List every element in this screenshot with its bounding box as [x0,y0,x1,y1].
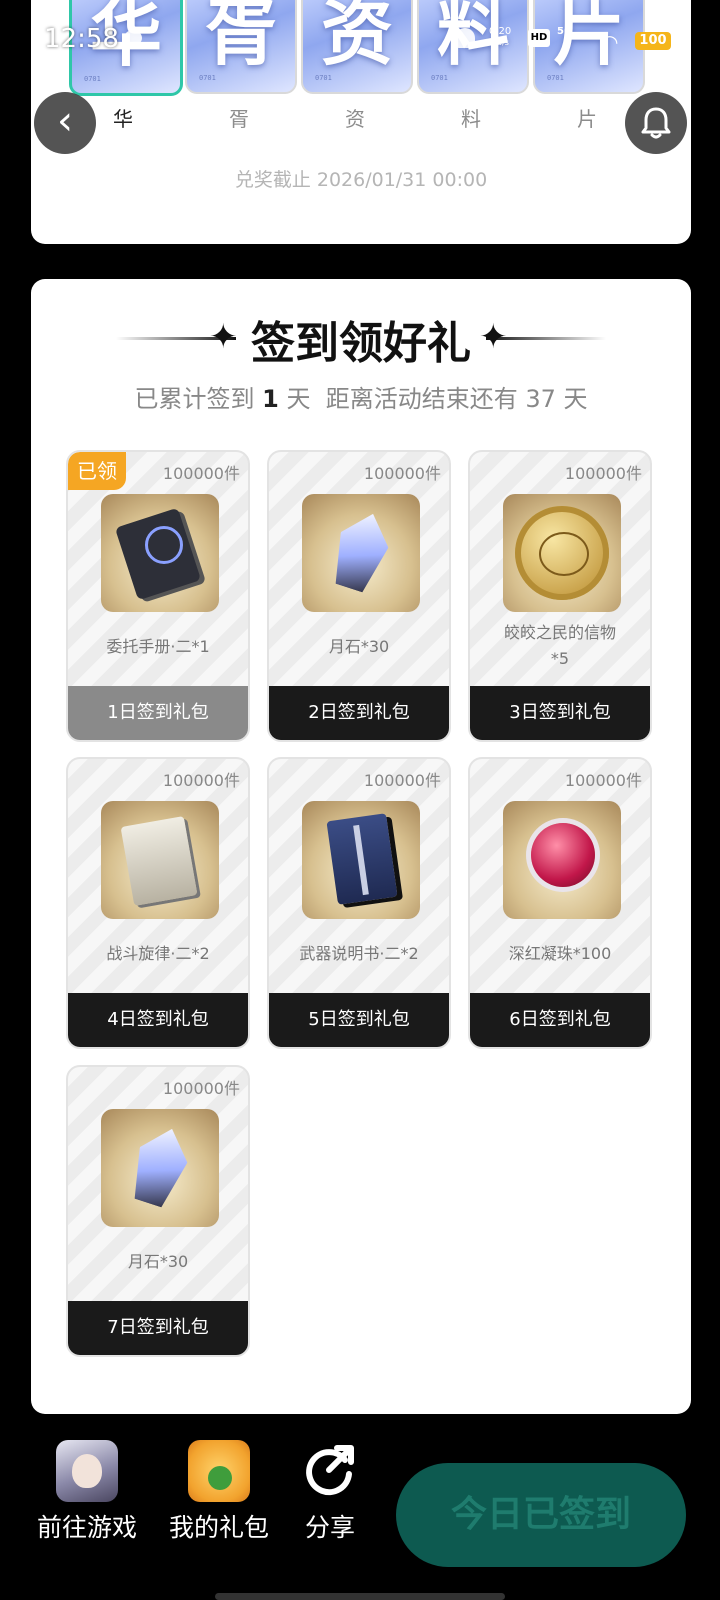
character-label: 料 [461,107,481,131]
gift-label: 3日签到礼包 [470,686,650,740]
signin-card: ✦ 签到领好礼 ✦ 已累计签到 1 天 距离活动结束还有 37 天 已领 100… [31,279,691,1414]
summary-prefix: 已累计签到 [134,385,255,413]
gift-stock: 100000件 [363,464,441,483]
character-tile-2[interactable]: 胥 0701 [185,0,297,94]
summary-unit: 天 [286,385,311,413]
character-tiles: 华 0701 胥 0701 资 0701 料 0701 片 0701 [69,0,709,96]
gift-stock: 100000件 [564,464,642,483]
go-to-game-button[interactable]: 前往游戏 [34,1440,140,1544]
character-glyph: 料 [436,0,509,75]
gift-label: 5日签到礼包 [269,993,449,1047]
tile-serial: 0701 [84,75,101,83]
my-gifts-button[interactable]: 我的礼包 [166,1440,272,1544]
gift-label: 6日签到礼包 [470,993,650,1047]
share-label: 分享 [304,1513,355,1542]
gift-item-name-line1: 皎皎之民的信物 [503,623,616,642]
crystal-icon [101,1109,219,1227]
gift-item-name: 武器说明书·二*2 [299,944,419,963]
gift-stock: 100000件 [564,771,642,790]
gift-card-day-2[interactable]: 100000件 月石*30 2日签到礼包 [267,450,451,742]
character-tile-5[interactable]: 片 0701 [533,0,645,94]
tile-serial: 0701 [547,74,564,82]
summary-suffix: 距离活动结束还有 37 天 [325,385,588,413]
home-indicator[interactable] [215,1593,505,1600]
chevron-left-icon: ‹ [57,98,73,144]
share-button[interactable]: 分享 [298,1440,362,1544]
title-divider-right [486,337,606,340]
character-glyph: 胥 [204,0,277,75]
gift-label: 7日签到礼包 [68,1301,248,1355]
gift-item-name: 战斗旋律·二*2 [106,944,210,963]
gift-card-day-6[interactable]: 100000件 深红凝珠*100 6日签到礼包 [468,757,652,1049]
orb-icon [503,801,621,919]
my-gifts-label: 我的礼包 [168,1513,269,1542]
scroll-icon [101,801,219,919]
character-tile-4[interactable]: 料 0701 [417,0,529,94]
crystal-icon [302,494,420,612]
tile-serial: 0701 [431,74,448,82]
character-glyph: 资 [320,0,393,75]
gift-item-name: 月石*30 [328,637,390,656]
character-label: 资 [345,107,365,131]
bell-icon [641,107,671,139]
character-tile-3[interactable]: 资 0701 [301,0,413,94]
character-glyph: 华 [89,0,162,76]
gift-card-day-1[interactable]: 已领 100000件 委托手册·二*1 1日签到礼包 [66,450,250,742]
gift-item-name: 深红凝珠*100 [508,944,612,963]
notification-button[interactable] [625,92,687,154]
gift-item-name: 月石*30 [127,1252,189,1271]
gift-stock: 100000件 [363,771,441,790]
gift-item-name: 皎皎之民的信物 *5 [480,620,640,672]
tile-serial: 0701 [199,74,216,82]
book-icon [101,494,219,612]
manual-icon [302,801,420,919]
share-icon [299,1440,361,1502]
summary-days: 1 [262,385,279,413]
gift-card-day-4[interactable]: 100000件 战斗旋律·二*2 4日签到礼包 [66,757,250,1049]
back-button[interactable]: ‹ [34,92,96,154]
gift-item-name: 委托手册·二*1 [106,637,210,656]
coin-icon [503,494,621,612]
gift-label: 1日签到礼包 [68,686,248,740]
gift-item-name-line2: *5 [550,649,570,668]
game-character-icon [56,1440,118,1502]
checked-in-today-button[interactable]: 今日已签到 [396,1463,686,1567]
gift-stock: 100000件 [162,1079,240,1098]
gift-stock: 100000件 [162,771,240,790]
signin-summary: 已累计签到 1 天 距离活动结束还有 37 天 [31,379,691,414]
gift-label: 2日签到礼包 [269,686,449,740]
gift-card-day-5[interactable]: 100000件 武器说明书·二*2 5日签到礼包 [267,757,451,1049]
gift-card-day-3[interactable]: 100000件 皎皎之民的信物 *5 3日签到礼包 [468,450,652,742]
gift-stock: 100000件 [162,464,240,483]
gift-pack-icon [188,1440,250,1502]
gift-card-day-7[interactable]: 100000件 月石*30 7日签到礼包 [66,1065,250,1357]
tile-serial: 0701 [315,74,332,82]
redeem-deadline: 兑奖截止 2026/01/31 00:00 [234,169,488,191]
character-tile-1[interactable]: 华 0701 [69,0,183,96]
character-label: 胥 [229,107,249,131]
gift-label: 4日签到礼包 [68,993,248,1047]
character-glyph: 片 [552,0,625,75]
go-to-game-label: 前往游戏 [36,1513,137,1542]
character-card: 华 0701 胥 0701 资 0701 料 0701 片 0701 华 胥 资… [31,0,691,244]
claimed-badge: 已领 [68,452,126,490]
